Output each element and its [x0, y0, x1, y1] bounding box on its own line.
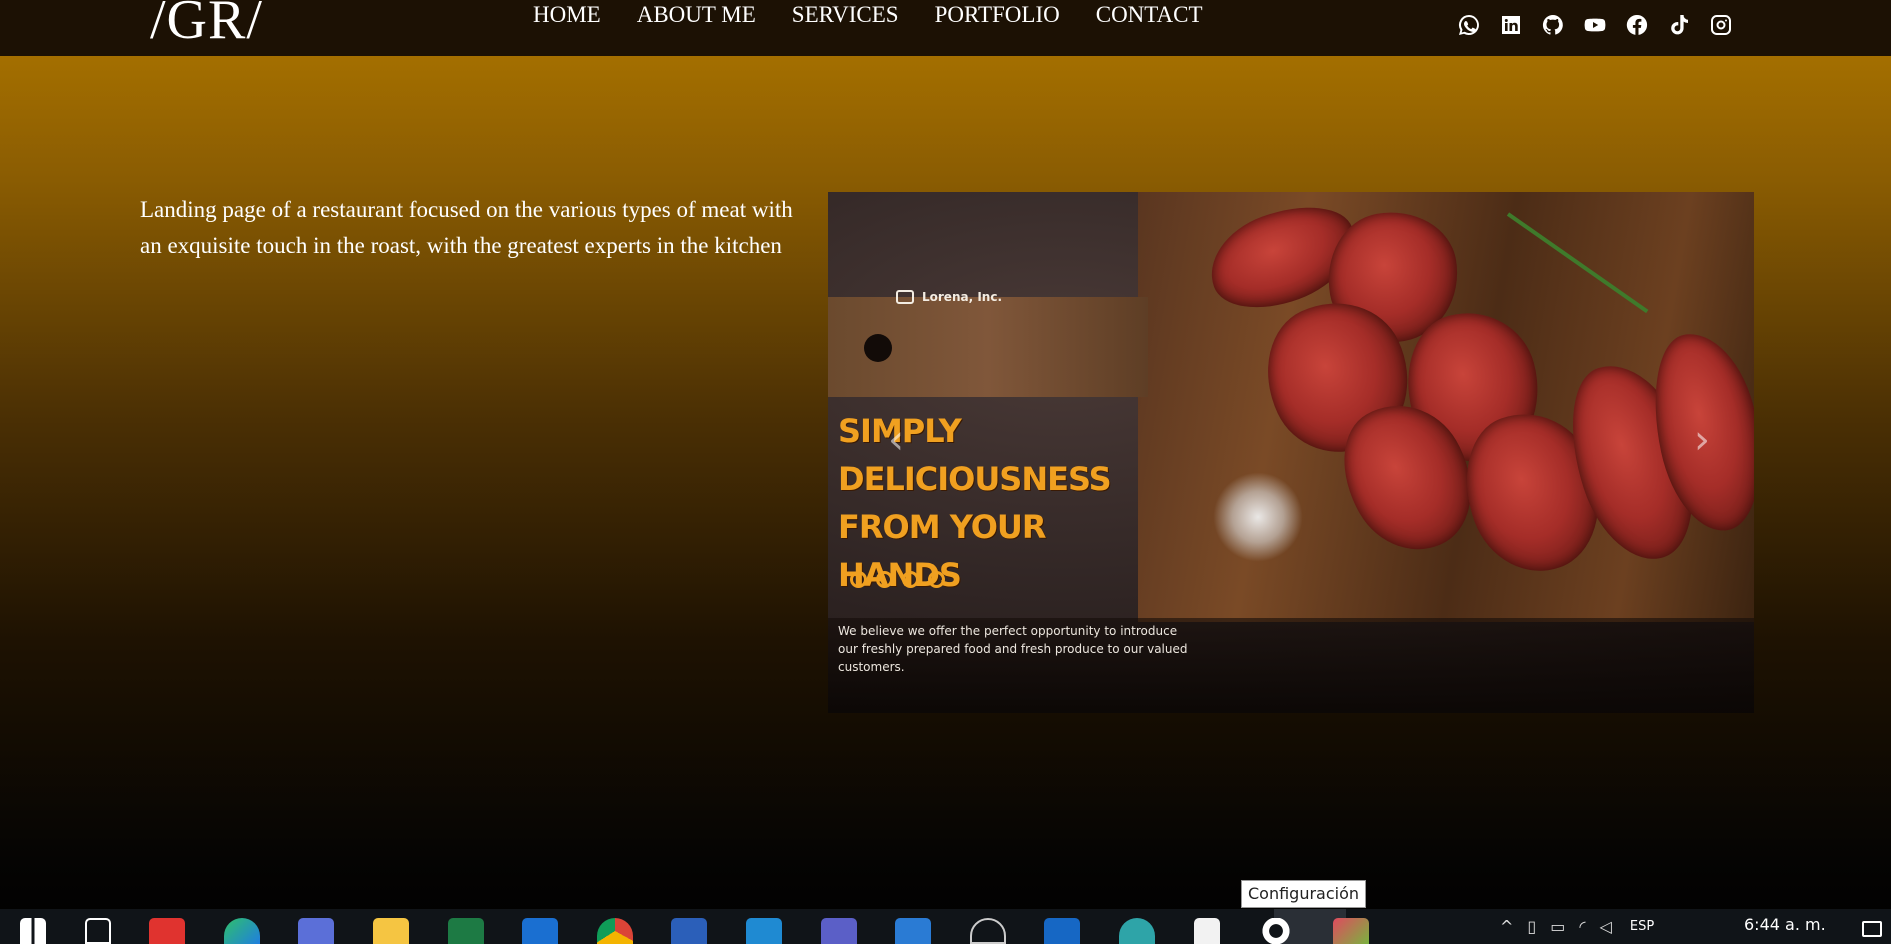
social-links	[1456, 12, 1734, 38]
git-kraken-icon[interactable]	[1332, 918, 1369, 944]
salt-pile-image	[1213, 472, 1303, 562]
taskbar-clock[interactable]: 6:44 a. m.	[1744, 915, 1826, 934]
nav-contact[interactable]: CONTACT	[1096, 2, 1203, 28]
tiktok-icon[interactable]	[1666, 12, 1692, 38]
slide-indicator-dot[interactable]	[902, 571, 919, 588]
main-nav: HOME ABOUT ME SERVICES PORTFOLIO CONTACT	[533, 2, 1203, 28]
site-logo[interactable]: /GR/	[150, 0, 263, 48]
bing-icon[interactable]	[298, 918, 335, 944]
nav-services[interactable]: SERVICES	[792, 2, 899, 28]
sharepoint-icon[interactable]	[522, 918, 559, 944]
slide-indicator-dot[interactable]	[850, 571, 867, 588]
language-indicator[interactable]: ESP	[1630, 919, 1654, 934]
teams-icon[interactable]	[820, 918, 857, 944]
calculator-icon[interactable]	[895, 918, 932, 944]
excel-icon[interactable]	[447, 918, 484, 944]
image-carousel[interactable]: Lorena, Inc. SIMPLY DELICIOUSNESS FROM Y…	[828, 192, 1754, 713]
wifi-icon[interactable]: ◜	[1579, 917, 1585, 936]
slide-brand: Lorena, Inc.	[896, 290, 1002, 304]
nav-home[interactable]: HOME	[533, 2, 601, 28]
usb-icon[interactable]: ▯	[1527, 917, 1536, 936]
headline-line-2: DELICIOUSNESS	[838, 460, 1112, 498]
slide-indicators	[850, 571, 945, 588]
github-icon[interactable]	[1540, 12, 1566, 38]
file-explorer-icon[interactable]	[372, 918, 409, 944]
edge-icon[interactable]	[223, 918, 260, 944]
slide-brand-name: Lorena, Inc.	[922, 290, 1003, 304]
taskbar-tooltip: Configuración	[1241, 880, 1367, 908]
notepad-icon[interactable]	[1193, 918, 1220, 944]
slide-tagline: We believe we offer the perfect opportun…	[838, 624, 1188, 674]
facebook-icon[interactable]	[1624, 12, 1650, 38]
project-description: Landing page of a restaurant focused on …	[140, 197, 793, 258]
slide-indicator-dot[interactable]	[876, 571, 893, 588]
anydesk-icon[interactable]	[149, 918, 186, 944]
chrome-icon[interactable]	[596, 918, 633, 944]
app-icon[interactable]	[1118, 918, 1155, 944]
volume-icon[interactable]: ◁	[1600, 917, 1612, 936]
obs-icon[interactable]	[969, 918, 1006, 944]
site-header: /GR/ HOME ABOUT ME SERVICES PORTFOLIO CO…	[0, 0, 1891, 56]
notifications-icon[interactable]	[1862, 921, 1882, 937]
chevron-up-icon[interactable]: ^	[1500, 917, 1513, 936]
carousel-next-button[interactable]: ›	[1682, 417, 1722, 463]
slide-indicator-dot[interactable]	[928, 571, 945, 588]
nav-about-me[interactable]: ABOUT ME	[637, 2, 756, 28]
vscode-icon[interactable]	[745, 918, 782, 944]
taskbar-apps	[20, 918, 1407, 944]
word-icon[interactable]	[671, 918, 708, 944]
battery-icon[interactable]: ▭	[1550, 917, 1565, 936]
windows-taskbar: ^ ▯ ▭ ◜ ◁ ESP 6:44 a. m.	[0, 909, 1891, 944]
settings-icon[interactable]	[1258, 918, 1295, 944]
system-tray: ^ ▯ ▭ ◜ ◁ ESP	[1500, 909, 1654, 944]
instagram-icon[interactable]	[1708, 12, 1734, 38]
carousel-prev-button[interactable]: ‹	[876, 417, 916, 463]
outlook-icon[interactable]	[1044, 918, 1081, 944]
windows-start-icon[interactable]	[20, 918, 46, 944]
linkedin-icon[interactable]	[1498, 12, 1524, 38]
youtube-icon[interactable]	[1582, 12, 1608, 38]
brand-logo-icon	[896, 290, 914, 304]
nav-portfolio[interactable]: PORTFOLIO	[935, 2, 1060, 28]
whatsapp-icon[interactable]	[1456, 12, 1482, 38]
task-view-icon[interactable]	[84, 918, 111, 944]
board-hole-image	[864, 334, 892, 362]
